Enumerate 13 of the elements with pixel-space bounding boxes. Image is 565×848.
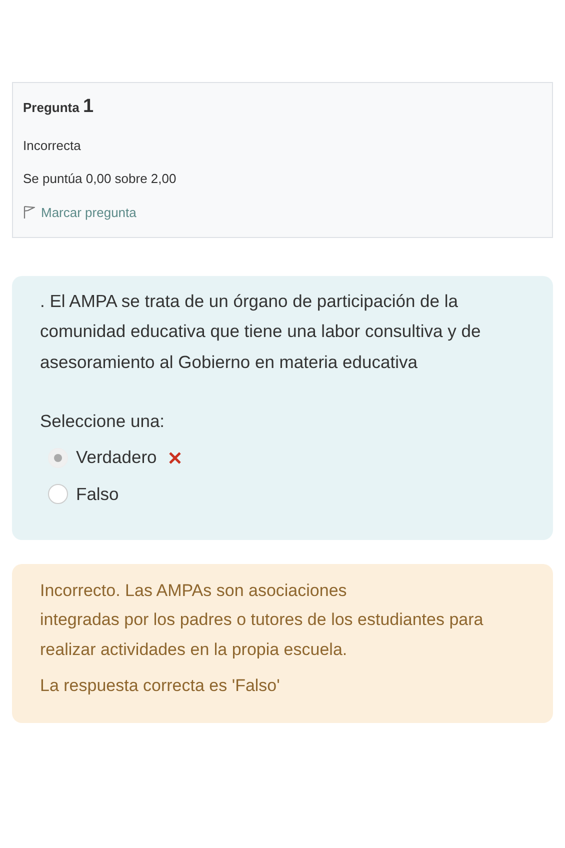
select-prompt: Seleccione una: (40, 410, 166, 433)
flag-link[interactable]: Marcar pregunta (23, 202, 136, 222)
question-text: . El AMPA se trata de un órgano de participación de la comunidad educativa que tiene una labor consultiva y de asesoramiento al Gobierno en materia educativa (40, 290, 482, 374)
option-label: Falso (76, 482, 119, 506)
radio-button[interactable] (48, 484, 68, 504)
question-label: Pregunta (23, 100, 80, 115)
question-state: Incorrecta (23, 136, 82, 154)
grade-text: Se puntúa 0,00 sobre 2,00 (23, 170, 178, 188)
question-number: 1 (82, 96, 94, 117)
option-label: Verdadero (76, 446, 157, 470)
feedback-text: Incorrecto. Las AMPAs son asociaciones integradas por los padres o tutores de los estudiantes para realizar actividades en la propia escuela. (40, 580, 484, 661)
flag-icon (23, 205, 35, 220)
correct-answer-text: La respuesta correcta es 'Falso' (40, 674, 281, 697)
